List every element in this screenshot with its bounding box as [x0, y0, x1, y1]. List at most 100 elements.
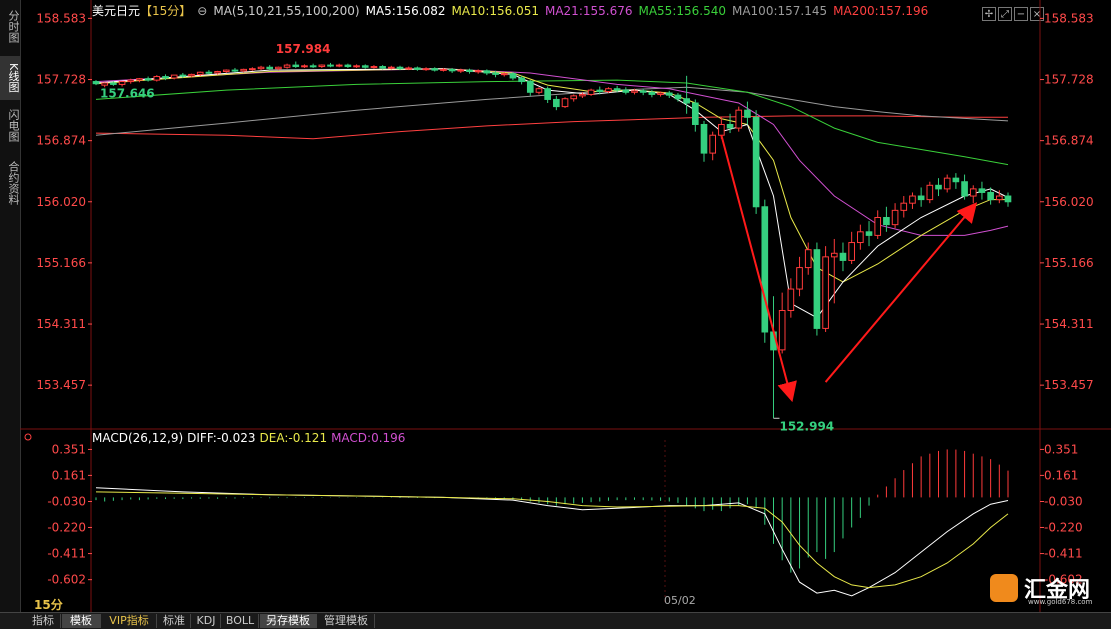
candle-body-26 — [318, 64, 326, 68]
bottom-tab-1[interactable]: 模板 — [62, 614, 101, 628]
bottom-tab-2[interactable]: VIP指标 — [102, 614, 157, 628]
candle-body-98 — [943, 177, 951, 190]
candle-body-100 — [961, 181, 968, 197]
candle-body-12 — [196, 71, 204, 75]
bottom-tab-0[interactable]: 指标 — [26, 614, 61, 628]
candle-body-96 — [926, 184, 934, 201]
macd-tick-label-left-2: -0.030 — [47, 495, 86, 509]
candle-body-53 — [553, 98, 560, 108]
macd-line-diff — [95, 487, 1009, 597]
candle-body-16 — [231, 69, 239, 72]
candle-body-97 — [935, 184, 942, 190]
candle-body-99 — [952, 177, 960, 183]
candle-body-75 — [744, 109, 751, 118]
candle-body-89 — [865, 231, 873, 236]
candle-body-24 — [301, 65, 308, 68]
bottom-tab-7[interactable]: 管理模板 — [318, 614, 375, 628]
candle-body-47 — [500, 73, 508, 76]
candle-body-67 — [674, 94, 682, 100]
candle-body-72 — [718, 123, 725, 136]
candle-body-31 — [361, 65, 369, 68]
logo-icon — [990, 574, 1018, 602]
candle-body-39 — [431, 68, 439, 71]
candle-body-42 — [457, 69, 465, 72]
candle-body-65 — [657, 92, 664, 95]
candle-body-18 — [249, 68, 256, 71]
annotation-low: 152.994 — [779, 419, 834, 433]
candle-body-0 — [92, 81, 100, 85]
bottom-tab-3[interactable]: 标准 — [158, 614, 191, 628]
macd-tick-label-left-0: 0.351 — [52, 442, 86, 456]
candle-body-38 — [422, 68, 430, 71]
candle-body-59 — [605, 88, 612, 93]
candle-body-101 — [969, 188, 977, 197]
period-label[interactable]: 15分 — [34, 596, 63, 613]
candle-body-86 — [839, 252, 847, 261]
candle-body-87 — [848, 242, 855, 261]
brand-logo: 汇金网 www.gold678.com — [990, 572, 1105, 606]
bottom-tab-4[interactable]: KDJ — [192, 614, 221, 628]
bottom-tab-6[interactable]: 另存模板 — [260, 614, 317, 628]
candle-body-19 — [257, 66, 265, 70]
macd-tick-label-right-3: -0.220 — [1044, 520, 1083, 534]
candle-body-11 — [188, 73, 195, 77]
macd-tick-label-right-0: 0.351 — [1044, 442, 1078, 456]
candle-body-66 — [665, 92, 673, 96]
chart-canvas[interactable]: 158.583 158.583 157.728 157.728 156.874 156.8… — [0, 0, 1111, 612]
candle-body-21 — [275, 66, 282, 70]
candle-body-103 — [987, 191, 994, 201]
candle-body-83 — [813, 249, 821, 329]
candle-body-23 — [292, 64, 300, 68]
macd-tick-label-right-1: 0.161 — [1044, 468, 1078, 482]
candle-body-69 — [691, 102, 699, 125]
y-tick-label-left-6: 153.457 — [36, 378, 86, 392]
candle-body-85 — [830, 252, 838, 258]
candle-body-70 — [700, 123, 708, 154]
candle-body-20 — [266, 66, 274, 70]
candle-body-2 — [110, 82, 117, 85]
y-tick-label-left-1: 157.728 — [36, 73, 86, 87]
ma-line-ma10 — [95, 68, 1008, 283]
y-tick-label-right-1: 157.728 — [1044, 73, 1094, 87]
candle-body-30 — [353, 65, 360, 68]
candle-body-9 — [170, 74, 178, 79]
candle-body-82 — [804, 249, 812, 269]
candle-body-60 — [613, 88, 621, 91]
candle-body-34 — [387, 66, 395, 69]
candle-body-41 — [448, 68, 456, 72]
logo-url: www.gold678.com — [1028, 598, 1093, 606]
candle-body-43 — [466, 69, 473, 73]
candle-body-104 — [995, 195, 1003, 201]
candle-body-10 — [179, 74, 187, 77]
candle-body-35 — [396, 66, 404, 70]
candle-body-7 — [153, 76, 161, 81]
side-tab-3[interactable]: 合约资料 — [0, 154, 20, 212]
ma-line-ma100 — [95, 86, 1009, 136]
candle-body-37 — [414, 67, 421, 70]
y-tick-label-left-0: 158.583 — [36, 11, 86, 25]
candle-body-79 — [778, 310, 786, 351]
candle-body-81 — [796, 267, 803, 290]
annotation-high: 157.984 — [276, 42, 331, 56]
candle-body-80 — [787, 288, 795, 312]
bottom-tab-5[interactable]: BOLL — [222, 614, 259, 628]
date-axis-label: 05/02 — [664, 594, 696, 607]
side-tab-1[interactable]: K线图 — [0, 56, 20, 100]
bottom-tab-bar: 指标 模板 VIP指标 标准 KDJ BOLL 另存模板 管理模板 — [0, 612, 1111, 629]
macd-tick-label-left-4: -0.411 — [47, 547, 86, 561]
y-tick-label-right-6: 153.457 — [1044, 378, 1094, 392]
candle-body-76 — [752, 116, 760, 208]
candle-body-73 — [726, 123, 734, 129]
y-tick-label-left-5: 154.311 — [36, 317, 86, 331]
candle-body-91 — [883, 217, 890, 226]
candle-body-13 — [205, 71, 213, 74]
y-tick-label-left-4: 155.166 — [36, 256, 86, 270]
y-tick-label-left-3: 156.020 — [36, 195, 86, 209]
side-tab-0[interactable]: 分时图 — [0, 4, 20, 48]
candle-body-102 — [978, 188, 986, 193]
candle-body-5 — [136, 78, 143, 81]
y-tick-label-right-5: 154.311 — [1044, 317, 1094, 331]
ma-line-ma200 — [95, 115, 1008, 140]
side-tab-2[interactable]: 闪电图 — [0, 102, 20, 148]
candle-body-62 — [631, 90, 638, 93]
